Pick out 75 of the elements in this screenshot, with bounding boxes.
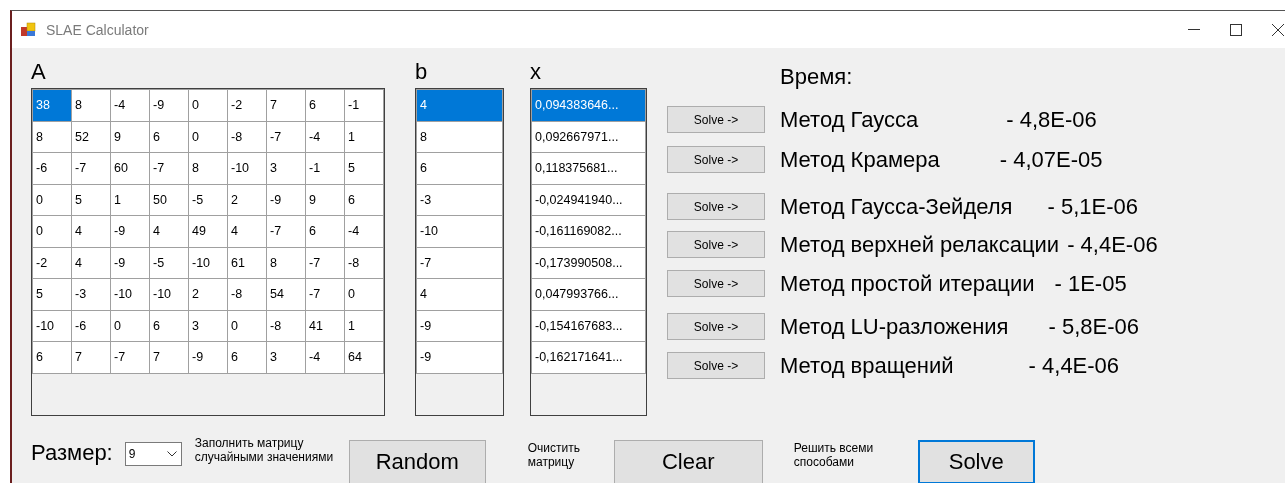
- method-time: - 5,1E-06: [1047, 193, 1138, 220]
- solve-method-button[interactable]: Solve ->: [667, 313, 765, 340]
- grid-cell[interactable]: -2: [227, 89, 267, 121]
- method-label: Метод вращений: [780, 352, 954, 379]
- clear-hint: Очистить матрицу: [527, 441, 581, 469]
- grid-cell[interactable]: 4: [416, 89, 503, 121]
- solve-method-button[interactable]: Solve ->: [667, 270, 765, 297]
- grid-cell[interactable]: 6: [305, 89, 345, 121]
- grid-cell[interactable]: -4: [110, 89, 150, 121]
- grid-cell[interactable]: 38: [32, 89, 72, 121]
- grid-cell[interactable]: 0,118375681...: [531, 152, 646, 184]
- method-label: Метод Крамера: [780, 146, 940, 173]
- method-label: Метод верхней релаксации: [780, 231, 1060, 258]
- grid-label: A: [31, 60, 47, 84]
- solve-all-hint: Решить всеми способами: [793, 441, 875, 469]
- method-time: - 5,8E-06: [1048, 313, 1139, 340]
- maximize-icon[interactable]: [1230, 23, 1242, 36]
- method-label: Метод Гаусса-Зейделя: [780, 193, 1013, 220]
- chevron-icon: [166, 451, 177, 457]
- grid-cell[interactable]: 6: [32, 341, 72, 373]
- grid-cell[interactable]: -0,173990508...: [531, 247, 646, 279]
- grid-cell[interactable]: 6: [416, 152, 503, 184]
- grid-cell[interactable]: 4: [416, 278, 503, 310]
- grid-cell[interactable]: 0: [188, 89, 228, 121]
- grid-label: x: [530, 60, 542, 84]
- grid-cell[interactable]: -0,162171641...: [531, 341, 646, 373]
- dropdown-value: 9: [128, 447, 136, 461]
- grid-cell[interactable]: -10: [32, 310, 72, 342]
- grid-cell[interactable]: 0,047993766...: [531, 278, 646, 310]
- grid-cell[interactable]: 0,094383646...: [531, 89, 646, 121]
- method-time: - 1E-05: [1054, 270, 1127, 297]
- method-label: Метод LU-разложения: [780, 313, 1009, 340]
- grid-cell[interactable]: -6: [32, 152, 72, 184]
- grid-cell[interactable]: 0: [32, 184, 72, 216]
- method-label: Метод Гаусса: [780, 106, 919, 133]
- grid-cell[interactable]: -0,154167683...: [531, 310, 646, 342]
- grid-cell[interactable]: -0,024941940...: [531, 184, 646, 216]
- grid-cell[interactable]: 7: [266, 89, 306, 121]
- window-title: SLAE Calculator: [46, 21, 149, 38]
- grid-cell[interactable]: -0,161169082...: [531, 215, 646, 247]
- solve-all-button[interactable]: Solve: [917, 440, 1035, 483]
- grid-cell[interactable]: 0,092667971...: [531, 121, 646, 153]
- grid-cell[interactable]: 8: [32, 121, 72, 153]
- app-icon: [20, 21, 36, 38]
- solve-method-button[interactable]: Solve ->: [667, 146, 765, 173]
- random-hint: Заполнить матрицу случайными значениями: [194, 436, 335, 464]
- method-time: - 4,07E-05: [999, 146, 1103, 173]
- grid-cell[interactable]: 8: [71, 89, 111, 121]
- method-time: - 4,4E-06: [1028, 352, 1120, 379]
- time-heading: Время:: [780, 64, 854, 91]
- random-button[interactable]: Random: [348, 440, 486, 483]
- grid-cell[interactable]: -2: [32, 247, 72, 279]
- grid-cell[interactable]: 8: [416, 121, 503, 153]
- size-label: Размер:: [31, 440, 113, 466]
- grid-cell[interactable]: -9: [416, 341, 503, 373]
- solve-method-button[interactable]: Solve ->: [667, 352, 765, 379]
- grid-cell[interactable]: -9: [416, 310, 503, 342]
- method-label: Метод простой итерации: [780, 270, 1035, 297]
- minimize-icon[interactable]: [1188, 28, 1200, 31]
- solve-method-button[interactable]: Solve ->: [667, 106, 765, 133]
- grid-cell[interactable]: 5: [32, 278, 72, 310]
- grid-cell[interactable]: 0: [32, 215, 72, 247]
- grid-cell[interactable]: -7: [416, 247, 503, 279]
- solve-method-button[interactable]: Solve ->: [667, 231, 765, 258]
- method-time: - 4,4E-06: [1067, 231, 1158, 258]
- grid-cell[interactable]: -3: [416, 184, 503, 216]
- clear-button[interactable]: Clear: [613, 440, 763, 483]
- grid-cell[interactable]: -9: [149, 89, 189, 121]
- close-icon[interactable]: [1272, 23, 1284, 36]
- grid-label: b: [415, 60, 429, 84]
- grid-cell[interactable]: -1: [344, 89, 384, 121]
- solve-method-button[interactable]: Solve ->: [667, 193, 765, 220]
- grid-cell[interactable]: -10: [416, 215, 503, 247]
- method-time: - 4,8E-06: [1006, 106, 1097, 133]
- size-dropdown[interactable]: 9: [124, 442, 182, 466]
